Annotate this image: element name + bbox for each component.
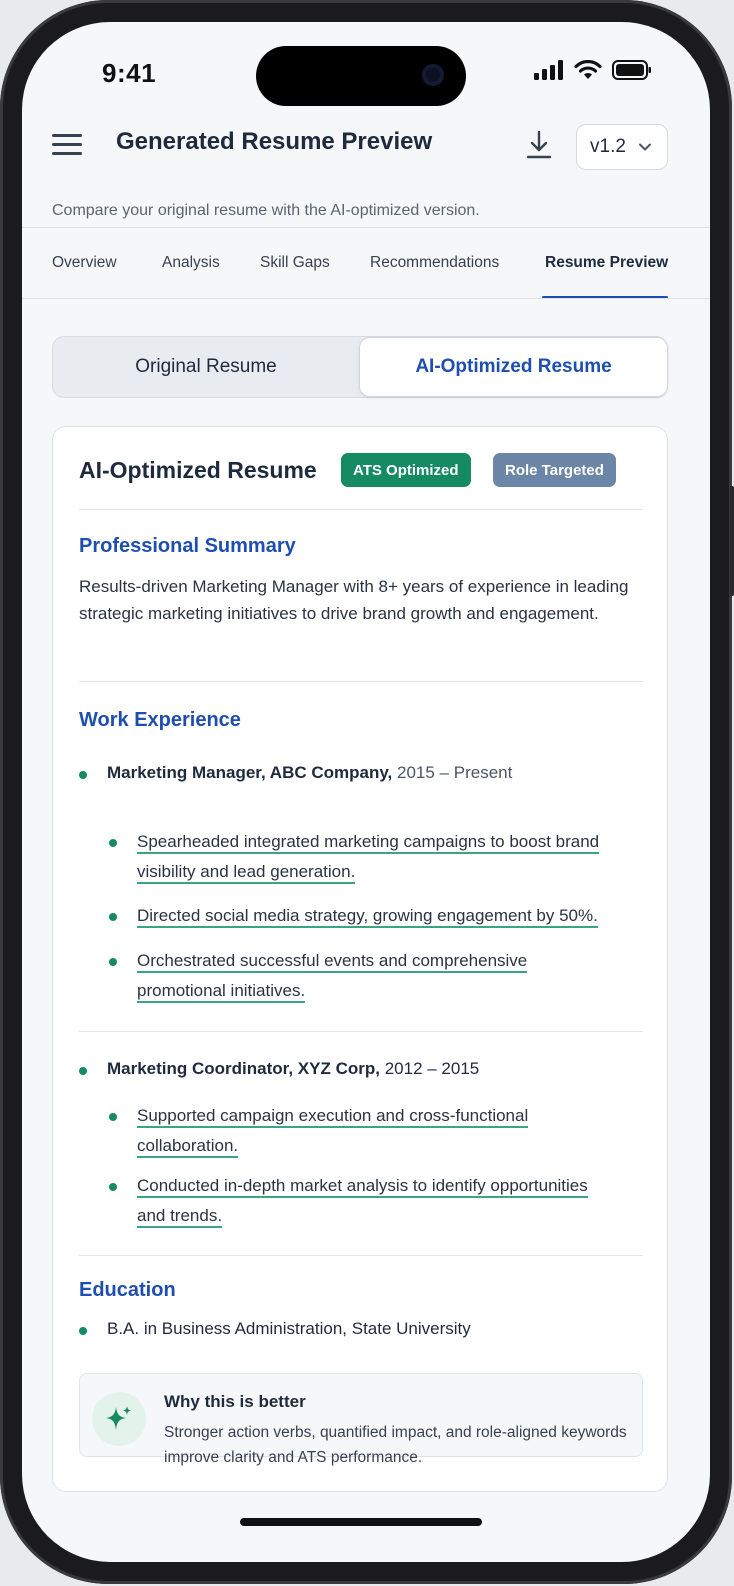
tabs-divider xyxy=(22,298,710,299)
version-value: v1.2 xyxy=(590,136,626,157)
dynamic-island xyxy=(256,46,466,106)
job-dates: 2015 – Present xyxy=(397,763,513,782)
job-title: Marketing Coordinator, XYZ Corp, xyxy=(107,1059,380,1078)
original-resume-button[interactable]: Original Resume xyxy=(53,337,359,397)
bullet-dot xyxy=(109,913,117,921)
wifi-icon xyxy=(574,60,602,79)
list-item: Orchestrated successful events and compr… xyxy=(137,946,637,1006)
tab-overview[interactable]: Overview xyxy=(52,254,117,272)
tab-analysis[interactable]: Analysis xyxy=(162,254,220,272)
section-divider xyxy=(79,1031,643,1032)
camera-icon xyxy=(422,64,444,86)
battery-icon xyxy=(612,60,651,80)
summary-heading: Professional Summary xyxy=(79,535,296,557)
tab-recommendations[interactable]: Recommendations xyxy=(370,254,499,272)
bullet-dot xyxy=(79,1327,87,1335)
tab-bar: Overview Analysis Skill Gaps Recommendat… xyxy=(22,228,710,300)
education-heading: Education xyxy=(79,1279,176,1301)
phone-frame: 9:41 Generated Resume Preview v1.2 Compa… xyxy=(0,0,734,1586)
version-select[interactable]: v1.2 xyxy=(576,124,668,170)
job-dates: 2012 – 2015 xyxy=(384,1059,480,1078)
screen: 9:41 Generated Resume Preview v1.2 Compa… xyxy=(22,22,710,1562)
tab-resume-preview[interactable]: Resume Preview xyxy=(545,254,668,272)
ai-optimized-resume-button[interactable]: AI-Optimized Resume xyxy=(359,337,668,397)
status-time: 9:41 xyxy=(102,58,157,88)
menu-icon[interactable] xyxy=(52,132,84,158)
page-subtitle: Compare your original resume with the AI… xyxy=(52,202,480,219)
why-title: Why this is better xyxy=(164,1392,306,1411)
list-item: Directed social media strategy, growing … xyxy=(137,901,637,931)
summary-text: Results-driven Marketing Manager with 8+… xyxy=(79,577,629,623)
resume-version-toggle: Original Resume AI-Optimized Resume xyxy=(52,336,668,398)
app-header: Generated Resume Preview v1.2 Compare yo… xyxy=(22,122,710,228)
bullet-dot xyxy=(109,839,117,847)
side-button xyxy=(730,486,734,596)
chevron-down-icon xyxy=(638,143,651,151)
card-title: AI-Optimized Resume xyxy=(79,457,317,483)
tab-skill-gaps[interactable]: Skill Gaps xyxy=(260,254,330,272)
experience-heading: Work Experience xyxy=(79,709,241,731)
bullet-dot xyxy=(109,1113,117,1121)
status-icons xyxy=(534,60,652,80)
list-item: Supported campaign execution and cross-f… xyxy=(137,1101,637,1161)
list-item: Conducted in-depth market analysis to id… xyxy=(137,1171,637,1231)
resume-card: AI-Optimized Resume ATS Optimized Role T… xyxy=(52,426,668,1492)
bullet-dot xyxy=(79,771,87,779)
signal-icon xyxy=(534,60,563,80)
section-divider xyxy=(79,509,643,510)
why-text: Stronger action verbs, quantified impact… xyxy=(164,1424,627,1466)
bullet-dot xyxy=(79,1067,87,1075)
sparkle-icon xyxy=(92,1392,146,1446)
role-targeted-badge: Role Targeted xyxy=(493,453,616,487)
section-divider xyxy=(79,1255,643,1256)
section-divider xyxy=(79,681,643,682)
bullet-dot xyxy=(109,958,117,966)
why-better-callout: Why this is better Stronger action verbs… xyxy=(79,1373,643,1466)
job-entry-2: Marketing Coordinator, XYZ Corp, 2012 – … xyxy=(107,1059,479,1079)
status-bar: 9:41 xyxy=(22,22,710,122)
home-indicator[interactable] xyxy=(240,1518,482,1526)
job-entry-1: Marketing Manager, ABC Company, 2015 – P… xyxy=(107,763,512,783)
job-title: Marketing Manager, ABC Company, xyxy=(107,763,393,782)
education-item: B.A. in Business Administration, State U… xyxy=(107,1319,471,1338)
bullet-dot xyxy=(109,1183,117,1191)
download-icon[interactable] xyxy=(522,128,556,162)
ats-optimized-badge: ATS Optimized xyxy=(341,453,471,487)
list-item: Spearheaded integrated marketing campaig… xyxy=(137,827,637,887)
page-title: Generated Resume Preview xyxy=(116,128,433,155)
